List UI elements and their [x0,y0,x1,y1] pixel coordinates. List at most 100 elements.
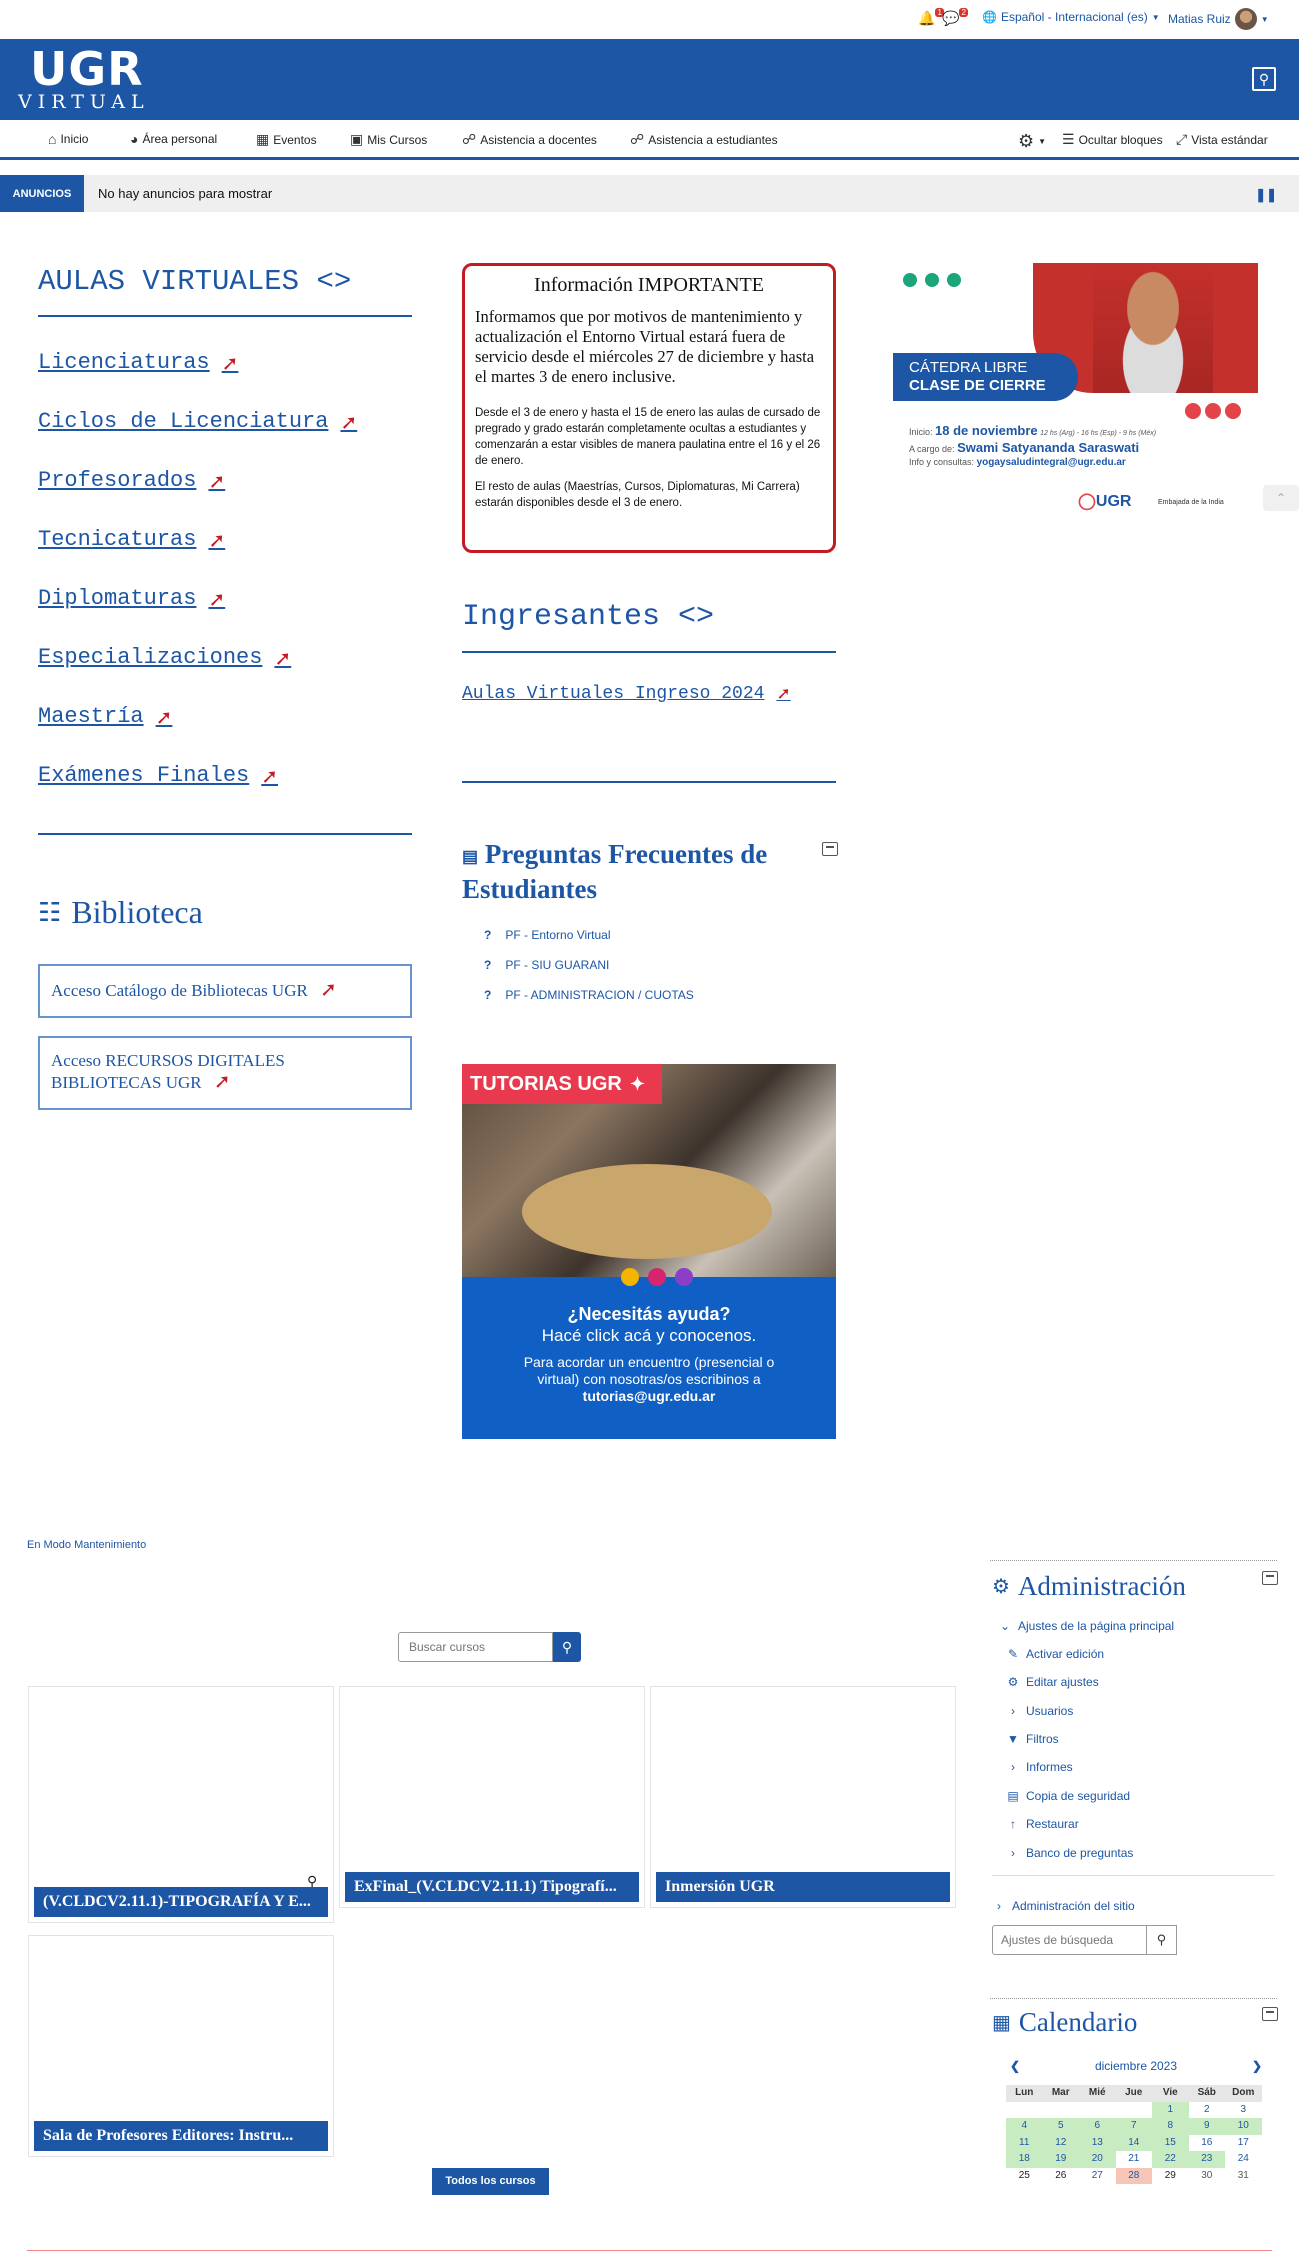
link-ciclos-licenciatura[interactable]: Ciclos de Licenciatura ➚ [38,409,357,434]
language-menu[interactable]: 🌐 Español - Internacional (es) ▼ [982,10,1160,24]
calendar-day[interactable]: 12 [1042,2134,1079,2151]
link-diplomaturas[interactable]: Diplomaturas ➚ [38,586,225,611]
calendar-day[interactable]: 1 [1152,2101,1189,2118]
calendar-day[interactable]: 2 [1189,2102,1226,2119]
calendar-day[interactable]: 19 [1042,2151,1079,2168]
nav-item-area-personal[interactable]: ◕ Área personal [130,131,217,147]
admin-question-bank[interactable]: › Banco de preguntas [1006,1846,1133,1860]
catedra-libre-poster[interactable]: CÁTEDRA LIBRE CLASE DE CIERRE Inicio: 18… [893,263,1258,533]
calendar-day[interactable]: 15 [1152,2134,1189,2151]
calendar-day[interactable]: 7 [1115,2118,1152,2135]
admin-front-page-settings[interactable]: ⌄ Ajustes de la página principal [998,1619,1174,1633]
admin-restore[interactable]: ↑ Restaurar [1006,1817,1079,1831]
link-profesorados[interactable]: Profesorados ➚ [38,468,225,493]
admin-search-input[interactable] [992,1925,1147,1955]
course-name[interactable]: Sala de Profesores Editores: Instru... [34,2121,328,2151]
admin-users[interactable]: › Usuarios [1006,1704,1073,1718]
tutorias-banner[interactable]: TUTORIAS UGR ✦ ¿Necesitás ayuda? Hacé cl… [462,1064,836,1439]
course-search-input[interactable] [398,1632,553,1662]
admin-search-button[interactable]: ⚲ [1147,1925,1177,1955]
course-card[interactable]: ⚲ (V.CLDCV2.11.1)-TIPOGRAFÍA Y E... [28,1686,334,1923]
admin-activate-editing[interactable]: ✎ Activar edición [1006,1647,1104,1661]
poster-tag-line: CLASE DE CIERRE [909,377,1046,394]
nav-item-eventos[interactable]: ▦ Eventos [256,131,317,148]
calendar-day[interactable]: 4 [1006,2118,1043,2135]
settings-menu[interactable]: ⚙ ▼ [1018,131,1046,152]
calendar-day[interactable]: 10 [1225,2118,1262,2135]
admin-backup[interactable]: ▤ Copia de seguridad [1006,1789,1130,1803]
link-examenes-finales[interactable]: Exámenes Finales ➚ [38,763,278,788]
admin-reports[interactable]: › Informes [1006,1760,1073,1774]
course-card[interactable]: Inmersión UGR [650,1686,956,1908]
nav-item-mis-cursos[interactable]: ▣ Mis Cursos [350,131,427,148]
calendar-day[interactable]: 25 [1006,2168,1043,2185]
calendar-day[interactable]: 31 [1225,2168,1262,2185]
maintenance-mode-link[interactable]: En Modo Mantenimiento [27,1539,146,1551]
course-card[interactable]: ExFinal_(V.CLDCV2.11.1) Tipografí... [339,1686,645,1908]
link-maestria[interactable]: Maestría ➚ [38,704,172,729]
calendar-day[interactable]: 30 [1189,2168,1226,2185]
biblioteca-catalog-link[interactable]: Acceso Catálogo de Bibliotecas UGR ➚ [38,964,412,1018]
calendar-day[interactable]: 8 [1152,2118,1189,2135]
link-tecnicaturas[interactable]: Tecnicaturas ➚ [38,527,225,552]
header-search-button[interactable]: ⚲ [1252,67,1276,91]
admin-site-administration[interactable]: › Administración del sitio [992,1899,1135,1913]
ingreso-2024-link[interactable]: Aulas Virtuales Ingreso 2024 ➚ [462,684,791,704]
course-name[interactable]: Inmersión UGR [656,1872,950,1902]
nav-item-asistencia-estudiantes[interactable]: ☍ Asistencia a estudiantes [630,131,778,148]
nav-item-asistencia-docentes[interactable]: ☍ Asistencia a docentes [462,131,597,148]
course-name[interactable]: (V.CLDCV2.11.1)-TIPOGRAFÍA Y E... [34,1887,328,1917]
poster-start-times: 12 hs (Arg) - 16 hs (Esp) - 9 hs (Méx) [1040,430,1157,437]
calendar-day[interactable]: 11 [1006,2134,1043,2151]
cursor-click-icon: ✦ [629,1073,645,1094]
site-logo[interactable]: UGR [30,44,144,94]
link-especializaciones[interactable]: Especializaciones ➚ [38,645,291,670]
collapse-block-button[interactable] [822,842,838,856]
calendar-day[interactable]: 17 [1225,2135,1262,2152]
all-courses-button[interactable]: Todos los cursos [432,2168,549,2195]
calendar-day[interactable]: 14 [1115,2134,1152,2151]
collapse-block-button[interactable] [1262,2007,1278,2021]
calendar-day[interactable]: 9 [1188,2118,1225,2135]
course-card[interactable]: Sala de Profesores Editores: Instru... [28,1935,334,2157]
faq-item-entorno[interactable]: ? PF - Entorno Virtual [484,928,611,942]
course-name[interactable]: ExFinal_(V.CLDCV2.11.1) Tipografí... [345,1872,639,1902]
chevron-right-icon[interactable]: ❯ [1252,2059,1262,2073]
collapse-block-button[interactable] [1262,1571,1278,1585]
calendar-day[interactable]: 23 [1188,2151,1225,2168]
admin-filters[interactable]: ▼ Filtros [1006,1732,1059,1746]
scroll-top-button[interactable]: ⌃ [1263,485,1299,511]
faq-item-siu-guarani[interactable]: ? PF - SIU GUARANI [484,958,609,972]
user-menu[interactable]: Matias Ruiz ▼ [1168,8,1269,30]
calendar-day[interactable]: 18 [1006,2151,1043,2168]
standard-view-button[interactable]: ⤢ Vista estándar [1176,131,1268,148]
nav-label: Asistencia a estudiantes [648,132,778,147]
calendar-day[interactable]: 20 [1079,2151,1116,2168]
pause-icon[interactable]: ❚❚ [1255,187,1277,203]
nav-item-inicio[interactable]: ⌂ Inicio [48,131,88,147]
calendar-day[interactable]: 22 [1152,2151,1189,2168]
calendar-day[interactable]: 3 [1225,2102,1262,2119]
calendar-day[interactable]: 16 [1189,2135,1226,2152]
faq-block-title: ▤ Preguntas Frecuentes de Estudiantes [462,838,792,905]
course-search-button[interactable]: ⚲ [553,1632,581,1662]
admin-edit-settings[interactable]: ⚙ Editar ajustes [1006,1675,1099,1689]
calendar-day[interactable]: 6 [1079,2118,1116,2135]
messages-button[interactable]: 💬 2 [942,8,972,27]
calendar-day[interactable]: 27 [1079,2168,1116,2185]
calendar-day[interactable]: 5 [1042,2118,1079,2135]
calendar-title: ▦ Calendario [992,2007,1137,2038]
admin-label: Activar edición [1026,1647,1105,1661]
faq-item-administracion[interactable]: ? PF - ADMINISTRACION / CUOTAS [484,988,694,1002]
calendar-grid: Lun Mar Mié Jue Vie Sáb Dom 1 2 3 4 5 6 … [1006,2085,1262,2184]
calendar-day[interactable]: 13 [1079,2134,1116,2151]
calendar-day[interactable]: 29 [1152,2168,1189,2185]
calendar-day-today[interactable]: 28 [1115,2167,1152,2184]
calendar-day[interactable]: 21 [1116,2151,1153,2168]
calendar-day[interactable]: 26 [1043,2168,1080,2185]
chevron-left-icon[interactable]: ❮ [1010,2059,1020,2073]
biblioteca-digital-resources-link[interactable]: Acceso RECURSOS DIGITALES BIBLIOTECAS UG… [38,1036,412,1110]
link-licenciaturas[interactable]: Licenciaturas ➚ [38,350,238,375]
calendar-day[interactable]: 24 [1225,2151,1262,2168]
hide-blocks-button[interactable]: ☰ Ocultar bloques [1062,131,1163,148]
